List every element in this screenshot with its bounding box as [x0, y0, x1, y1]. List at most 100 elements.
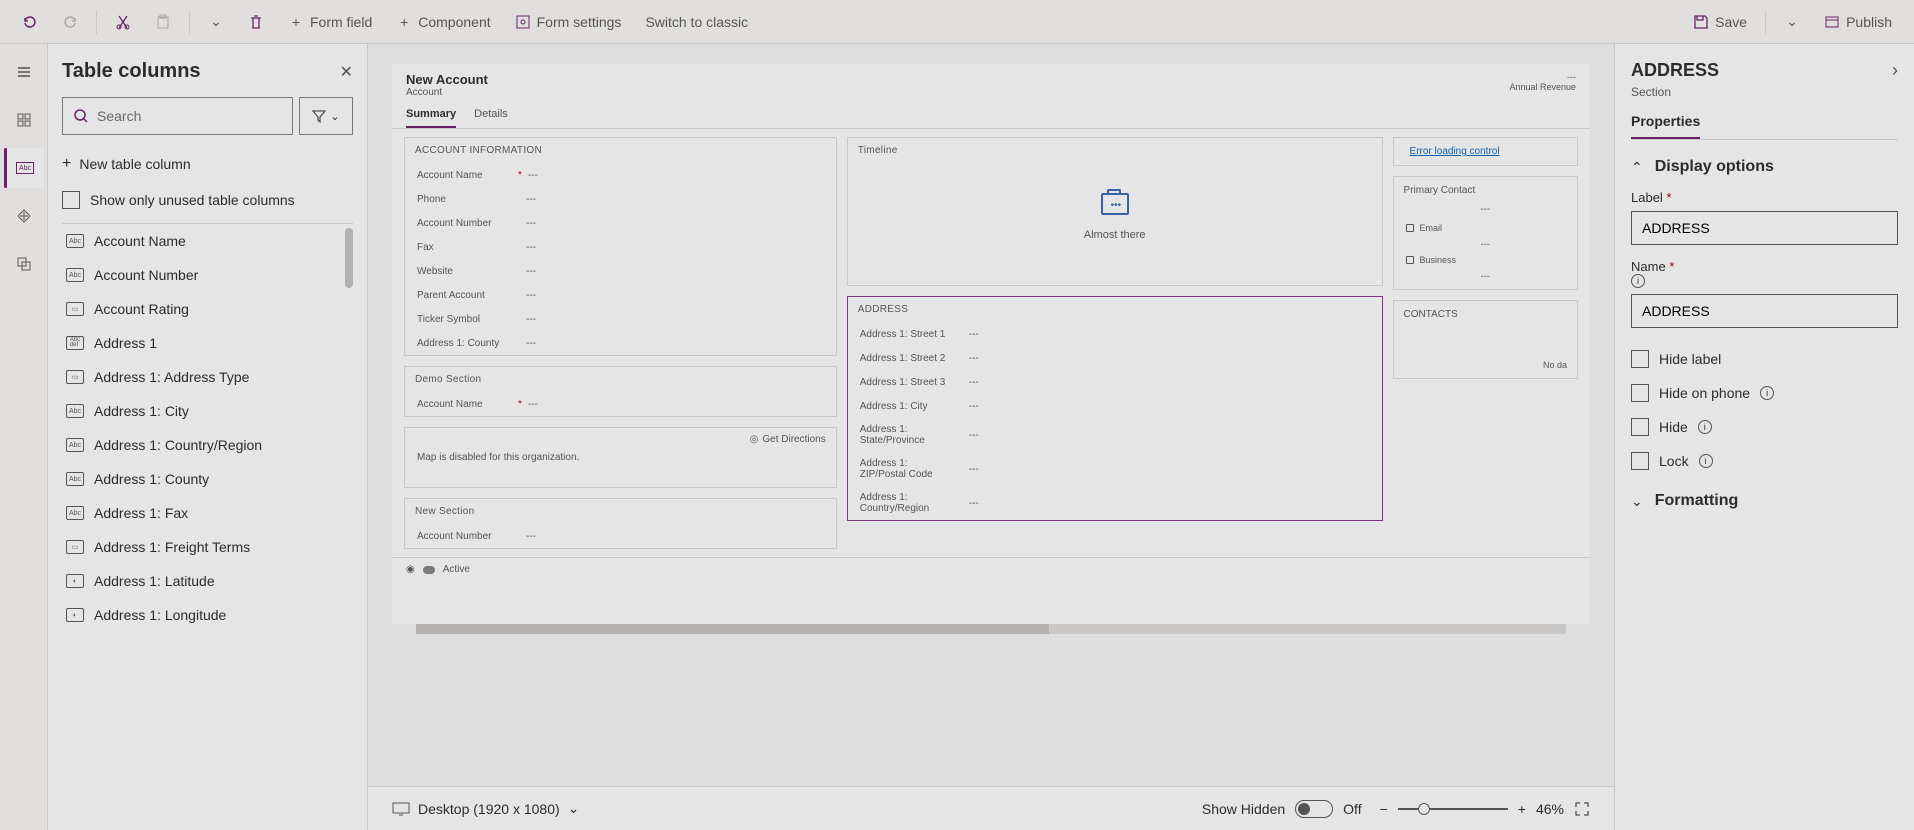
paste-dropdown[interactable]: ⌄ [198, 8, 234, 36]
column-item[interactable]: AbcAddress 1: Fax [62, 496, 353, 530]
rail-library[interactable] [4, 244, 44, 284]
name-input[interactable] [1631, 294, 1898, 328]
zoom-slider[interactable] [1398, 808, 1508, 810]
save-dropdown[interactable]: ⌄ [1774, 8, 1810, 36]
info-icon: i [1631, 274, 1645, 288]
field-label: Account Name [417, 170, 512, 181]
show-hidden-toggle[interactable] [1295, 800, 1333, 818]
publish-button[interactable]: Publish [1814, 8, 1902, 36]
section-map[interactable]: ◎Get Directions Map is disabled for this… [404, 427, 837, 488]
search-box[interactable] [62, 97, 293, 135]
column-item[interactable]: ▭Account Rating [62, 292, 353, 326]
section-address[interactable]: ADDRESS Address 1: Street 1--- Address 1… [847, 296, 1383, 521]
column-item[interactable]: ◐Address 1: Latitude [62, 564, 353, 598]
props-title: ADDRESS [1631, 60, 1719, 81]
field-label: Account Name [417, 399, 512, 410]
text-icon: Abc [66, 404, 84, 418]
hide-phone-checkbox[interactable] [1631, 384, 1649, 402]
horizontal-scrollbar[interactable] [416, 624, 1566, 634]
save-button[interactable]: Save [1683, 8, 1757, 36]
column-label: Account Number [94, 267, 198, 283]
zoom-in-button[interactable]: + [1518, 801, 1526, 817]
rail-tree[interactable] [4, 196, 44, 236]
tab-summary[interactable]: Summary [406, 108, 456, 128]
cut-button[interactable] [105, 8, 141, 36]
column-item[interactable]: ▭Address 1: Freight Terms [62, 530, 353, 564]
contacts-header: CONTACTS [1404, 309, 1567, 320]
zoom-out-button[interactable]: − [1380, 801, 1388, 817]
number-icon: ◐ [66, 608, 84, 622]
info-icon: i [1760, 386, 1774, 400]
switch-classic-label: Switch to classic [645, 14, 748, 30]
text-icon: Abc [66, 472, 84, 486]
accordion-title: Display options [1655, 158, 1774, 176]
component-button[interactable]: +Component [386, 8, 500, 36]
chevron-right-icon[interactable]: › [1892, 60, 1898, 81]
column-item[interactable]: AbcdefAddress 1 [62, 326, 353, 360]
section-account-info[interactable]: ACCOUNT INFORMATION Account Name*--- Pho… [404, 137, 837, 356]
fit-button[interactable] [1574, 801, 1590, 817]
column-label: Address 1: Freight Terms [94, 539, 250, 555]
section-demo[interactable]: Demo Section Account Name*--- [404, 366, 837, 417]
tab-details[interactable]: Details [474, 108, 508, 128]
chevron-down-icon: ⌄ [1631, 493, 1643, 510]
column-item[interactable]: AbcAccount Number [62, 258, 353, 292]
column-item[interactable]: ◐Address 1: Longitude [62, 598, 353, 632]
settings-icon [515, 14, 531, 30]
field-label: Address 1: Street 2 [860, 353, 955, 364]
scrollbar[interactable] [345, 228, 353, 288]
close-panel-button[interactable]: ✕ [340, 62, 353, 82]
undo-button[interactable] [12, 8, 48, 36]
get-directions-link[interactable]: ◎Get Directions [750, 434, 826, 445]
column-item[interactable]: Abc Address 1: City [62, 394, 353, 428]
new-column-button[interactable]: + New table column [62, 147, 353, 181]
field-label: Address 1: County [417, 338, 512, 349]
column-item[interactable]: AbcAddress 1: Country/Region [62, 428, 353, 462]
column-item[interactable]: AbcAddress 1: County [62, 462, 353, 496]
publish-icon [1824, 14, 1840, 30]
section-header: New Section [405, 499, 836, 524]
column-label: Address 1: Address Type [94, 369, 249, 385]
form-title: New Account [406, 72, 488, 87]
search-icon [73, 108, 89, 124]
form-field-button[interactable]: +Form field [278, 8, 382, 36]
switch-classic-button[interactable]: Switch to classic [635, 8, 758, 36]
annual-revenue-label: Annual Revenue [1509, 82, 1576, 92]
show-unused-label: Show only unused table columns [90, 192, 295, 208]
show-unused-checkbox[interactable] [62, 191, 80, 209]
text-icon: Abcdef [66, 336, 84, 350]
section-new[interactable]: New Section Account Number--- [404, 498, 837, 549]
column-item[interactable]: AbcAccount Name [62, 224, 353, 258]
field-label: Website [417, 266, 512, 277]
rail-components[interactable] [4, 100, 44, 140]
lock-icon [1406, 224, 1414, 232]
accordion-formatting[interactable]: ⌄ Formatting [1631, 492, 1898, 510]
paste-button[interactable] [145, 8, 181, 36]
lock-checkbox[interactable] [1631, 452, 1649, 470]
component-label: Component [418, 14, 490, 30]
hide-label-checkbox[interactable] [1631, 350, 1649, 368]
column-label: Address 1: City [94, 403, 189, 419]
field-label: Address 1: State/Province [860, 424, 955, 446]
folder-icon: ••• [1101, 193, 1129, 215]
search-input[interactable] [97, 108, 282, 124]
primary-contact-card: Primary Contact --- Email --- Business -… [1393, 176, 1578, 290]
label-input[interactable] [1631, 211, 1898, 245]
form-settings-button[interactable]: Form settings [505, 8, 632, 36]
delete-button[interactable] [238, 8, 274, 36]
column-item[interactable]: ▭Address 1: Address Type [62, 360, 353, 394]
field-label: Phone [417, 194, 512, 205]
section-timeline[interactable]: Timeline ••• Almost there [847, 137, 1383, 286]
error-link[interactable]: Error loading control [1404, 140, 1506, 163]
contacts-card: CONTACTS No da [1393, 300, 1578, 379]
section-header: Demo Section [405, 367, 836, 392]
rail-columns[interactable]: Abc [4, 148, 44, 188]
filter-button[interactable]: ⌄ [299, 97, 353, 135]
rail-hamburger[interactable] [4, 52, 44, 92]
hide-checkbox[interactable] [1631, 418, 1649, 436]
viewport-dropdown[interactable]: ⌄ [568, 800, 580, 817]
form-canvas: New Account Account --- Annual Revenue S… [368, 44, 1614, 830]
redo-button[interactable] [52, 8, 88, 36]
accordion-display-options[interactable]: ⌃ Display options [1631, 158, 1898, 176]
props-tab-properties[interactable]: Properties [1631, 113, 1700, 139]
